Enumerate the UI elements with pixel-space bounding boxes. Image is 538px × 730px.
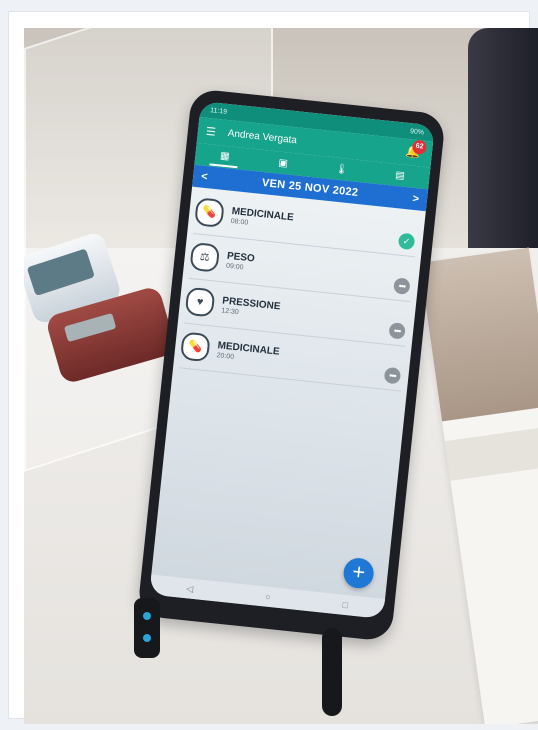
stand-dot: [143, 612, 151, 620]
scale-icon: ⚖: [189, 241, 221, 273]
tab-calendar[interactable]: ▦: [209, 145, 240, 169]
status-battery: 90%: [409, 127, 425, 137]
clipboard-icon: ▤: [394, 169, 406, 182]
more-icon[interactable]: •••: [393, 277, 411, 295]
pill-icon: 💊: [194, 197, 225, 228]
prev-day-button[interactable]: <: [201, 171, 209, 184]
menu-icon[interactable]: ☰: [205, 124, 216, 138]
more-icon[interactable]: •••: [388, 322, 406, 340]
add-button[interactable]: +: [342, 556, 376, 590]
next-day-button[interactable]: >: [412, 193, 420, 206]
stand-dot: [143, 634, 151, 642]
brochure-image: [419, 247, 538, 422]
tab-reports[interactable]: ▤: [385, 165, 415, 186]
device-display: [63, 312, 117, 343]
calendar-icon: ▦: [219, 149, 231, 162]
status-time: 11:19: [209, 106, 228, 116]
check-icon[interactable]: ✓: [397, 232, 416, 251]
task-list: 💊 MEDICINALE 08:00 ✓ ⚖ PESO 09:00 ••• ♥ …: [173, 187, 426, 395]
brochure-section: [444, 425, 538, 481]
notification-badge: 62: [411, 139, 428, 155]
tab-chat[interactable]: ▣: [268, 153, 298, 174]
stand-left-leg: [134, 598, 160, 658]
thermometer-icon: 🌡: [334, 163, 349, 176]
phone-stand: [134, 588, 354, 718]
tab-measurements[interactable]: 🌡: [327, 159, 357, 180]
chat-icon: ▣: [277, 157, 289, 169]
background-dark-object: [468, 28, 538, 258]
photo: 11:19 90% ☰ Andrea Vergata 🔔 62 ▦ ▣ 🌡 ▤ …: [24, 28, 538, 724]
more-icon[interactable]: •••: [383, 366, 402, 385]
phone-screen: 11:19 90% ☰ Andrea Vergata 🔔 62 ▦ ▣ 🌡 ▤ …: [149, 101, 435, 619]
pill-icon: 💊: [179, 331, 211, 363]
user-name: Andrea Vergata: [227, 127, 298, 146]
blood-pressure-icon: ♥: [184, 286, 216, 318]
device-display: [26, 248, 95, 297]
stand-right-leg: [322, 628, 342, 716]
